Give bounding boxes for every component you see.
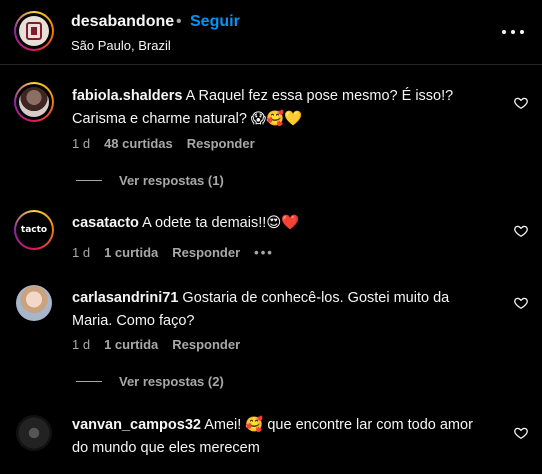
comment-text: A odete ta demais!!😍❤️ xyxy=(138,215,300,231)
like-heart-icon[interactable] xyxy=(514,426,528,440)
post-header: desabandone • Seguir São Paulo, Brazil xyxy=(0,0,542,64)
like-heart-icon[interactable] xyxy=(514,296,528,310)
replies-line xyxy=(76,381,102,382)
comment-likes[interactable]: 1 curtida xyxy=(104,245,158,260)
comment-time: 1 d xyxy=(72,135,91,151)
comment-likes[interactable]: 48 curtidas xyxy=(104,136,173,151)
commenter-avatar[interactable] xyxy=(16,415,52,451)
comment-meta: 1 d 48 curtidas Responder xyxy=(72,134,269,152)
author-logo-icon xyxy=(19,16,49,46)
commenter-username[interactable]: carlasandrini71 xyxy=(72,290,178,306)
follow-button[interactable]: Seguir xyxy=(190,13,240,31)
comment-body: casatacto A odete ta demais!!😍❤️ xyxy=(72,212,482,235)
casatacto-logo: tacto xyxy=(20,225,48,235)
reply-button[interactable]: Responder xyxy=(172,337,240,352)
comment-body: fabiola.shalders A Raquel fez essa pose … xyxy=(72,85,482,131)
comment-body: vanvan_campos32 Amei! 🥰 que encontre lar… xyxy=(72,414,482,460)
separator-dot: • xyxy=(176,13,182,30)
comment-meta: 1 d 1 curtida Responder ••• xyxy=(72,243,288,261)
view-replies-label: Ver respostas (2) xyxy=(119,374,224,389)
post-location[interactable]: São Paulo, Brazil xyxy=(71,38,171,53)
like-heart-icon[interactable] xyxy=(514,96,528,110)
view-replies-button[interactable]: Ver respostas (1) xyxy=(76,173,224,188)
comment-time: 1 d xyxy=(72,336,91,352)
commenter-username[interactable]: fabiola.shalders xyxy=(72,88,182,104)
view-replies-label: Ver respostas (1) xyxy=(119,173,224,188)
more-options-icon[interactable] xyxy=(502,22,524,42)
comment-time: 1 d xyxy=(72,244,91,260)
commenter-avatar[interactable] xyxy=(16,285,52,321)
reply-button[interactable]: Responder xyxy=(187,136,255,151)
comment-likes[interactable]: 1 curtida xyxy=(104,337,158,352)
header-divider xyxy=(0,64,542,65)
commenter-username[interactable]: casatacto xyxy=(72,215,139,231)
reply-button[interactable]: Responder xyxy=(172,245,240,260)
commenter-avatar[interactable]: tacto xyxy=(14,210,54,250)
commenter-avatar[interactable] xyxy=(14,82,54,122)
author-avatar[interactable] xyxy=(14,11,54,51)
comment-body: carlasandrini71 Gostaria de conhecê-los.… xyxy=(72,287,482,333)
comment-options-icon[interactable]: ••• xyxy=(254,245,274,260)
instagram-comments-panel: desabandone • Seguir São Paulo, Brazil f… xyxy=(0,0,542,474)
comment-meta: 1 d 1 curtida Responder xyxy=(72,335,254,353)
author-username[interactable]: desabandone xyxy=(71,13,174,31)
commenter-username[interactable]: vanvan_campos32 xyxy=(72,417,201,433)
like-heart-icon[interactable] xyxy=(514,224,528,238)
view-replies-button[interactable]: Ver respostas (2) xyxy=(76,374,224,389)
replies-line xyxy=(76,180,102,181)
